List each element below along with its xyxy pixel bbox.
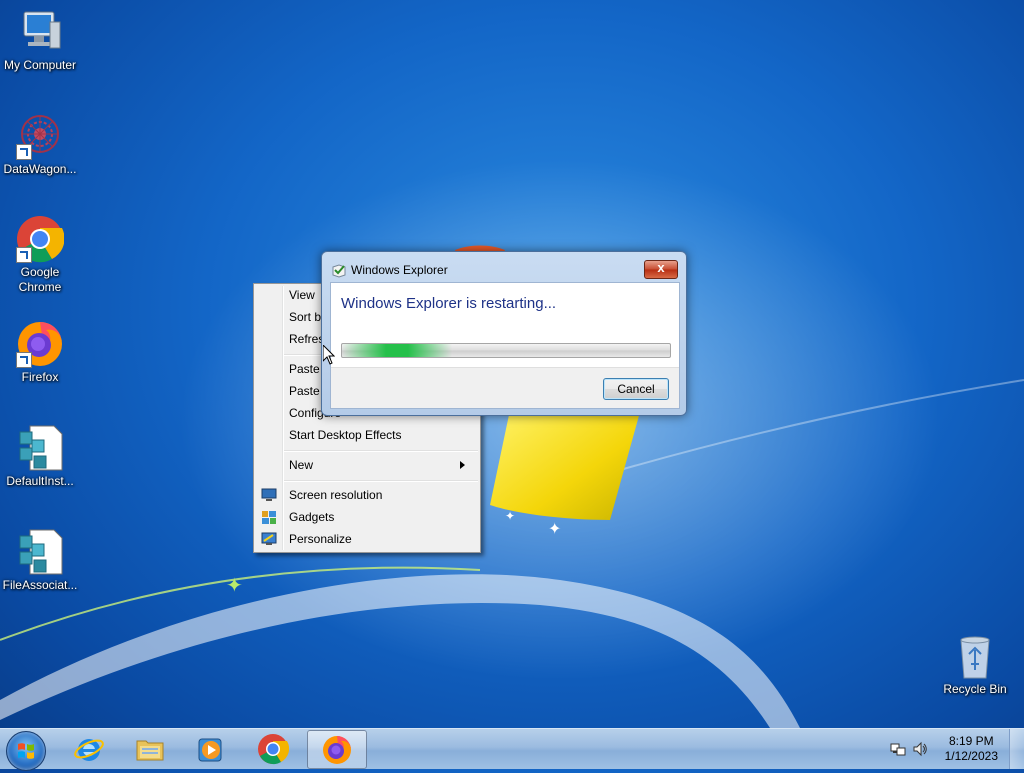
taskbar-file-explorer[interactable] — [121, 730, 179, 767]
screen-resolution-icon — [261, 488, 277, 502]
taskbar-internet-explorer[interactable] — [60, 730, 118, 767]
system-tray: 8:19 PM 1/12/2023 — [874, 729, 1024, 769]
computer-icon — [16, 8, 64, 56]
windows-logo-icon — [18, 743, 34, 759]
menu-item-paste[interactable]: Paste — [289, 359, 320, 379]
close-button[interactable]: x — [644, 260, 678, 279]
menu-item-new[interactable]: New — [289, 455, 475, 475]
dialog-message: Windows Explorer is restarting... — [341, 295, 557, 312]
shortcut-arrow-icon — [16, 144, 32, 160]
gadgets-icon — [261, 510, 277, 524]
desktop-icon-firefox[interactable]: Firefox — [0, 320, 80, 385]
mouse-cursor-icon — [323, 345, 335, 365]
desktop-icon-datawagon[interactable]: DataWagon... — [0, 112, 80, 177]
menu-item-view[interactable]: View — [289, 285, 315, 305]
personalize-icon — [261, 532, 277, 546]
firefox-icon — [16, 320, 64, 368]
desktop-icon-label: DataWagon... — [3, 162, 77, 176]
progress-fill — [342, 344, 452, 357]
media-player-icon — [195, 733, 227, 765]
windows-explorer-dialog: Windows Explorer x Windows Explorer is r… — [321, 251, 687, 416]
desktop-icon-label: FileAssociat... — [2, 578, 78, 592]
dialog-footer: Cancel — [331, 367, 679, 408]
clock[interactable]: 8:19 PM 1/12/2023 — [945, 734, 998, 764]
firefox-icon — [321, 734, 353, 766]
menu-item-screen-resolution[interactable]: Screen resolution — [289, 485, 382, 505]
desktop-icon-defaultinst[interactable]: DefaultInst... — [0, 424, 80, 489]
registry-file-icon — [16, 528, 64, 576]
clock-date: 1/12/2023 — [944, 749, 998, 763]
taskbar-chrome[interactable] — [244, 730, 302, 767]
network-icon[interactable] — [890, 741, 906, 757]
desktop-icon-label: Recycle Bin — [943, 682, 1007, 696]
shortcut-arrow-icon — [16, 247, 32, 263]
show-desktop-button[interactable] — [1009, 729, 1024, 769]
shortcut-arrow-icon — [16, 352, 32, 368]
desktop-icon-label: My Computer — [3, 58, 77, 72]
recycle-bin-icon — [951, 632, 999, 680]
desktop-icon-my-computer[interactable]: My Computer — [0, 8, 80, 73]
svg-text:✦: ✦ — [548, 519, 561, 538]
windows-explorer-icon — [331, 262, 347, 278]
menu-separator — [284, 480, 478, 482]
ie-icon — [73, 733, 105, 765]
desktop-icon-label: Firefox — [21, 370, 59, 384]
menu-separator — [284, 450, 478, 452]
desktop-icon-label: DefaultInst... — [6, 474, 74, 488]
start-button[interactable] — [6, 731, 46, 771]
dialog-title: Windows Explorer — [351, 263, 448, 277]
volume-icon[interactable] — [912, 741, 928, 757]
taskbar: 8:19 PM 1/12/2023 — [0, 728, 1024, 771]
close-icon: x — [657, 260, 665, 275]
desktop-icon-google-chrome[interactable]: Google Chrome — [0, 215, 80, 295]
progress-bar — [341, 343, 671, 358]
menu-item-gadgets[interactable]: Gadgets — [289, 507, 334, 527]
desktop[interactable]: ✦ ✦ ✦ My Computer DataWagon... Google Ch… — [0, 0, 1024, 728]
cancel-button[interactable]: Cancel — [603, 378, 669, 400]
folder-icon — [134, 733, 166, 765]
menu-item-label: New — [289, 458, 314, 472]
desktop-icon-recycle-bin[interactable]: Recycle Bin — [935, 632, 1015, 697]
svg-text:✦: ✦ — [226, 573, 243, 597]
desktop-icon-fileassociat[interactable]: FileAssociat... — [0, 528, 80, 593]
registry-file-icon — [16, 424, 64, 472]
clock-time: 8:19 PM — [948, 734, 994, 748]
chrome-icon — [257, 733, 290, 765]
svg-text:✦: ✦ — [505, 509, 515, 523]
datawagon-icon — [16, 112, 64, 160]
submenu-arrow-icon — [460, 461, 465, 469]
menu-gutter — [282, 286, 284, 550]
taskbar-firefox[interactable] — [307, 730, 367, 769]
desktop-icon-label: Google Chrome — [18, 265, 62, 294]
taskbar-media-player[interactable] — [182, 730, 240, 767]
menu-item-personalize[interactable]: Personalize — [289, 529, 352, 549]
dialog-body: Windows Explorer is restarting... Cancel — [330, 282, 680, 409]
menu-item-start-desktop-effects[interactable]: Start Desktop Effects — [289, 425, 402, 445]
chrome-icon — [16, 215, 65, 263]
